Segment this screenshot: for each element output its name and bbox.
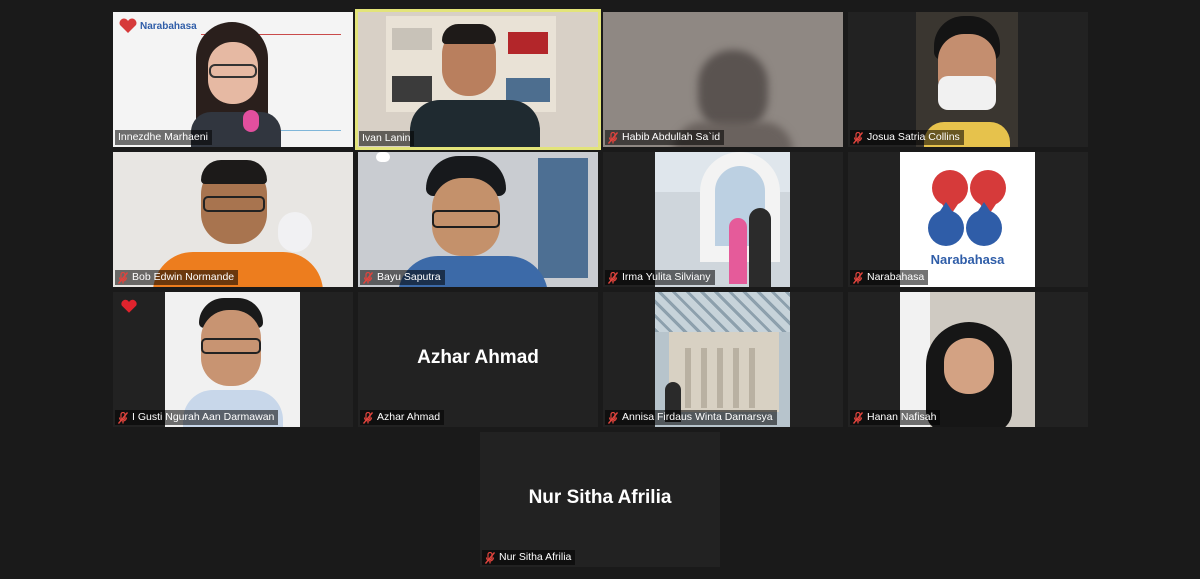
participant-display-name: Azhar Ahmad bbox=[417, 347, 539, 368]
nameplate: Azhar Ahmad bbox=[360, 410, 445, 425]
muted-mic-icon bbox=[485, 551, 495, 564]
participant-tile-innezdhe[interactable]: Narabahasa Innezdhe Marhaeni bbox=[113, 12, 353, 147]
nameplate: Josua Satria Collins bbox=[850, 130, 964, 145]
video-feed bbox=[603, 12, 843, 147]
participant-name: Innezdhe Marhaeni bbox=[118, 131, 208, 143]
participant-tile-josua[interactable]: Josua Satria Collins bbox=[848, 12, 1088, 147]
person-face bbox=[944, 338, 994, 394]
participant-display-name: Nur Sitha Afrilia bbox=[528, 487, 672, 508]
muted-mic-icon bbox=[118, 271, 128, 284]
participant-tile-habib[interactable]: Habib Abdullah Sa`id bbox=[603, 12, 843, 147]
participant-tile-irma[interactable]: Irma Yulita Silviany bbox=[603, 152, 843, 287]
window-frame bbox=[538, 158, 588, 278]
participant-name: Bayu Saputra bbox=[377, 271, 441, 283]
person-2 bbox=[749, 208, 771, 287]
person-1 bbox=[729, 218, 747, 284]
shelf-books-3 bbox=[392, 76, 432, 102]
person-hair bbox=[442, 24, 496, 44]
nameplate: Ivan Lanin bbox=[359, 131, 415, 146]
person-glasses bbox=[209, 64, 257, 78]
participant-name: Habib Abdullah Sa`id bbox=[622, 131, 721, 143]
participant-name: Josua Satria Collins bbox=[867, 131, 960, 143]
muted-mic-icon bbox=[853, 131, 863, 144]
video-feed bbox=[916, 12, 1018, 147]
participant-tile-gusti[interactable]: I Gusti Ngurah Aan Darmawan bbox=[113, 292, 353, 427]
nameplate: Innezdhe Marhaeni bbox=[115, 130, 212, 145]
participant-name: Ivan Lanin bbox=[362, 132, 411, 144]
video-feed bbox=[165, 292, 300, 427]
participant-tile-ivan-active-speaker[interactable]: Ivan Lanin bbox=[355, 9, 601, 150]
participant-tile-hanan[interactable]: Hanan Nafisah bbox=[848, 292, 1088, 427]
shelf-books-2 bbox=[508, 32, 548, 54]
nameplate: Hanan Nafisah bbox=[850, 410, 941, 425]
muted-mic-icon bbox=[853, 411, 863, 424]
video-feed bbox=[900, 292, 1035, 427]
video-feed: Narabahasa bbox=[900, 152, 1035, 287]
muted-mic-icon bbox=[608, 271, 618, 284]
narabahasa-logo: Narabahasa bbox=[118, 18, 197, 34]
video-feed bbox=[655, 152, 790, 287]
nameplate: Habib Abdullah Sa`id bbox=[605, 130, 725, 145]
participant-tile-bob[interactable]: Bob Edwin Normande bbox=[113, 152, 353, 287]
column-shadow bbox=[685, 348, 765, 408]
participant-tile-nur-sitha[interactable]: Nur Sitha Afrilia Nur Sitha Afrilia bbox=[480, 432, 720, 567]
shelf-books-1 bbox=[392, 28, 432, 50]
muted-mic-icon bbox=[118, 411, 128, 424]
nameplate: Annisa Firdaus Winta Damarsya bbox=[605, 410, 777, 425]
participant-name: Hanan Nafisah bbox=[867, 411, 937, 423]
nameplate: Bob Edwin Normande bbox=[115, 270, 239, 285]
participant-name: Azhar Ahmad bbox=[377, 411, 441, 423]
participant-name: Irma Yulita Silviany bbox=[622, 271, 711, 283]
video-feed: Narabahasa bbox=[113, 12, 353, 147]
person-glasses bbox=[432, 210, 500, 228]
video-feed bbox=[358, 12, 598, 147]
person-glasses bbox=[203, 196, 265, 212]
heart-icon bbox=[121, 299, 137, 313]
muted-mic-icon bbox=[363, 411, 373, 424]
person-glasses bbox=[201, 338, 261, 354]
shelf-books-4 bbox=[506, 78, 550, 102]
nameplate: Bayu Saputra bbox=[360, 270, 445, 285]
logo-text: Narabahasa bbox=[140, 20, 197, 32]
logo-text: Narabahasa bbox=[930, 252, 1005, 267]
face-mask bbox=[938, 76, 996, 110]
person-hair bbox=[201, 160, 267, 184]
muted-mic-icon bbox=[608, 131, 618, 144]
heart-icon bbox=[119, 18, 137, 33]
nameplate: Narabahasa bbox=[850, 270, 929, 285]
glass-roof bbox=[655, 292, 790, 332]
muted-mic-icon bbox=[853, 271, 863, 284]
nameplate: Irma Yulita Silviany bbox=[605, 270, 715, 285]
participant-tile-bayu[interactable]: Bayu Saputra bbox=[358, 152, 598, 287]
participant-name: Nur Sitha Afrilia bbox=[499, 551, 572, 563]
participant-tile-azhar[interactable]: Azhar Ahmad Azhar Ahmad bbox=[358, 292, 598, 427]
participant-name: Narabahasa bbox=[867, 271, 925, 283]
participant-tile-narabahasa[interactable]: Narabahasa Narabahasa bbox=[848, 152, 1088, 287]
balloon bbox=[278, 212, 312, 252]
participant-name: Annisa Firdaus Winta Damarsya bbox=[622, 411, 773, 423]
participant-name: Bob Edwin Normande bbox=[132, 271, 235, 283]
video-feed bbox=[113, 152, 353, 287]
nameplate: Nur Sitha Afrilia bbox=[482, 550, 576, 565]
person-body bbox=[410, 100, 540, 147]
pink-object bbox=[243, 110, 259, 132]
video-feed bbox=[358, 152, 598, 287]
person-silhouette bbox=[698, 50, 768, 132]
nameplate: I Gusti Ngurah Aan Darmawan bbox=[115, 410, 279, 425]
participant-name: I Gusti Ngurah Aan Darmawan bbox=[132, 411, 275, 423]
video-feed bbox=[655, 292, 790, 427]
muted-mic-icon bbox=[608, 411, 618, 424]
muted-mic-icon bbox=[363, 271, 373, 284]
ceiling-light bbox=[376, 152, 390, 162]
participant-tile-annisa[interactable]: Annisa Firdaus Winta Damarsya bbox=[603, 292, 843, 427]
